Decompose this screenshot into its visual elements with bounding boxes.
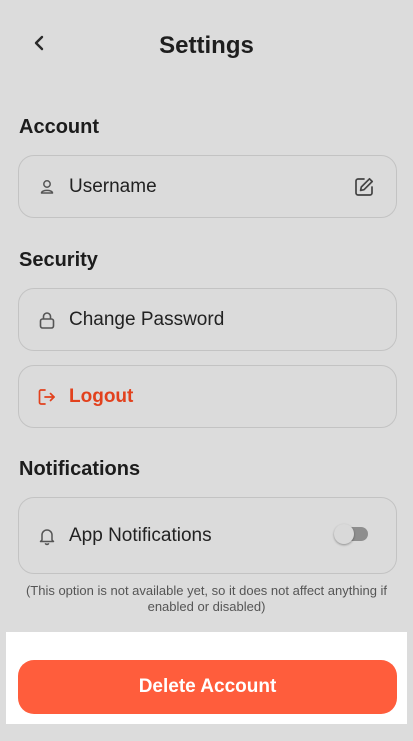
page-title: Settings bbox=[159, 32, 254, 59]
section-title-account: Account bbox=[19, 116, 99, 138]
username-label: Username bbox=[69, 175, 157, 197]
toggle-knob bbox=[334, 524, 354, 544]
bottom-bar: Delete Account bbox=[6, 632, 407, 724]
bell-icon bbox=[36, 525, 58, 547]
change-password-label: Change Password bbox=[69, 308, 225, 330]
edit-icon[interactable] bbox=[352, 175, 376, 199]
settings-screen: Settings Account Username Security Chang bbox=[0, 0, 413, 741]
change-password-row[interactable]: Change Password bbox=[18, 288, 397, 351]
delete-account-button[interactable]: Delete Account bbox=[18, 660, 397, 714]
username-row[interactable]: Username bbox=[18, 155, 397, 218]
app-notifications-label: App Notifications bbox=[69, 524, 212, 546]
logout-label: Logout bbox=[69, 385, 134, 407]
notifications-toggle[interactable] bbox=[334, 524, 368, 544]
logout-row[interactable]: Logout bbox=[18, 365, 397, 428]
section-title-notifications: Notifications bbox=[19, 458, 141, 480]
user-icon bbox=[36, 176, 58, 198]
lock-icon bbox=[36, 309, 58, 331]
notifications-note: (This option is not available yet, so it… bbox=[25, 583, 388, 614]
section-title-security: Security bbox=[19, 249, 98, 271]
app-notifications-row: App Notifications bbox=[18, 497, 397, 574]
back-button[interactable] bbox=[22, 28, 56, 62]
header: Settings bbox=[0, 22, 413, 72]
chevron-left-icon bbox=[32, 35, 46, 56]
logout-icon bbox=[36, 386, 58, 408]
